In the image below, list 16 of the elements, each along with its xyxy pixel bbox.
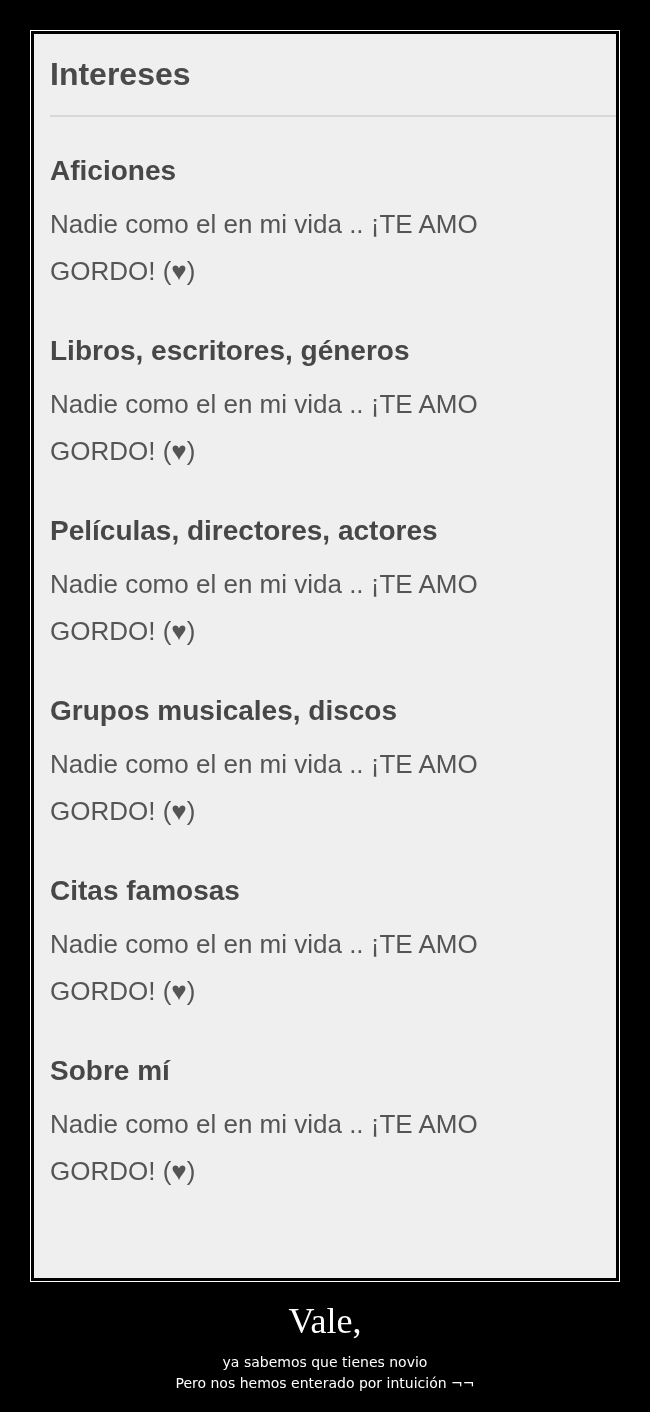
section-text: Nadie como el en mi vida .. ¡TE AMO GORDO! (♥) [50, 748, 479, 828]
section-heading: Grupos musicales, discos [50, 695, 399, 727]
section-heading: Citas famosas [50, 875, 241, 907]
section-text: Nadie como el en mi vida .. ¡TE AMO GORDO! (♥) [50, 388, 479, 468]
panel-title: Intereses [50, 56, 616, 117]
caption-line: Pero nos hemos enterado por intuición ¬¬ [175, 1374, 475, 1393]
section-text: Nadie como el en mi vida .. ¡TE AMO GORDO! (♥) [50, 568, 479, 648]
section-heading: Libros, escritores, géneros [50, 335, 411, 367]
section-text: Nadie como el en mi vida .. ¡TE AMO GORDO! (♥) [50, 1108, 479, 1188]
section-heading: Películas, directores, actores [50, 515, 439, 547]
caption-title: Vale, [288, 1300, 362, 1342]
section-heading: Aficiones [50, 155, 178, 187]
caption-line: ya sabemos que tienes novio [222, 1353, 428, 1372]
section-text: Nadie como el en mi vida .. ¡TE AMO GORDO! (♥) [50, 208, 479, 288]
section-heading: Sobre mí [50, 1055, 172, 1087]
section-text: Nadie como el en mi vida .. ¡TE AMO GORDO! (♥) [50, 928, 479, 1008]
